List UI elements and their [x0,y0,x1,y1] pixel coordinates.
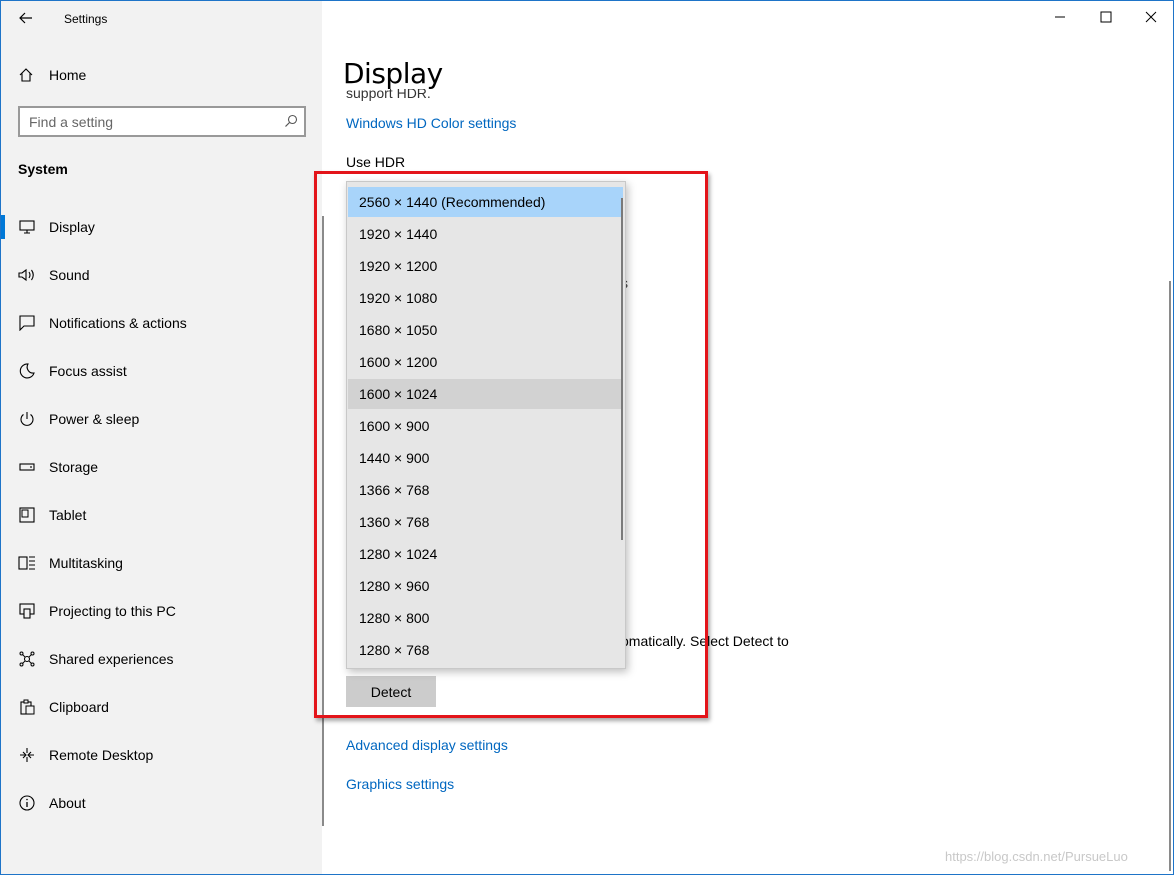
close-icon [1145,11,1157,23]
search-icon[interactable] [284,114,298,133]
resolution-dropdown-list[interactable]: 2560 × 1440 (Recommended) 1920 × 1440 19… [346,181,626,669]
sidebar-item-sound[interactable]: Sound [1,255,322,295]
resolution-option-hovered[interactable]: 1600 × 1024 [348,379,623,409]
sidebar-item-notifications[interactable]: Notifications & actions [1,303,322,343]
close-button[interactable] [1128,1,1173,33]
graphics-settings-link[interactable]: Graphics settings [346,776,454,792]
home-icon [18,67,34,88]
shared-icon [18,650,36,668]
page-title: Display [343,57,443,90]
resolution-option[interactable]: 1366 × 768 [348,475,623,505]
sidebar-item-label: Tablet [49,507,87,523]
sidebar-item-multitasking[interactable]: Multitasking [1,543,322,583]
search-input[interactable] [29,112,279,131]
clipped-text: support HDR. [346,89,431,101]
resolution-option[interactable]: 1360 × 768 [348,507,623,537]
sidebar-item-label: Projecting to this PC [49,603,176,619]
sidebar-item-label: Clipboard [49,699,109,715]
sidebar-item-label: Multitasking [49,555,123,571]
sidebar-item-about[interactable]: About [1,783,322,823]
speaker-icon [18,266,36,284]
sidebar-item-storage[interactable]: Storage [1,447,322,487]
sidebar-item-label: Display [49,219,95,235]
dropdown-scrollbar[interactable] [621,198,623,540]
active-indicator [1,215,5,239]
advanced-display-settings-link[interactable]: Advanced display settings [346,737,508,753]
sidebar-item-label: Shared experiences [49,651,174,667]
section-title: System [18,161,68,177]
sidebar-item-clipboard[interactable]: Clipboard [1,687,322,727]
sidebar-item-tablet[interactable]: Tablet [1,495,322,535]
search-box[interactable] [18,106,306,137]
resolution-option[interactable]: 1680 × 1050 [348,315,623,345]
home-label: Home [49,67,87,83]
minimize-button[interactable] [1037,1,1083,33]
resolution-option-selected[interactable]: 2560 × 1440 (Recommended) [348,187,623,217]
resolution-option[interactable]: 1280 × 768 [348,635,623,665]
resolution-option[interactable]: 1600 × 900 [348,411,623,441]
app-title: Settings [64,12,108,26]
windows-hd-color-settings-link[interactable]: Windows HD Color settings [346,115,516,131]
sidebar-scrollbar[interactable] [322,216,324,826]
sidebar-item-display[interactable]: Display [1,207,322,247]
back-button[interactable] [11,5,41,31]
sidebar-item-label: Sound [49,267,90,283]
sidebar-item-label: About [49,795,86,811]
clipboard-icon [18,698,36,716]
resolution-option[interactable]: 1920 × 1440 [348,219,623,249]
tablet-icon [18,506,36,524]
projecting-icon [18,602,36,620]
detect-button[interactable]: Detect [346,676,436,707]
notification-icon [18,314,36,332]
multitasking-icon [18,554,36,572]
sidebar-item-label: Storage [49,459,99,475]
sidebar-item-label: Focus assist [49,363,127,379]
sidebar-item-label: Remote Desktop [49,747,154,763]
sidebar-item-label: Power & sleep [49,411,140,427]
sidebar-item-label: Notifications & actions [49,315,187,331]
resolution-option[interactable]: 1920 × 1080 [348,283,623,313]
resolution-option[interactable]: 1280 × 800 [348,603,623,633]
back-arrow-icon [19,12,32,24]
watermark: https://blog.csdn.net/PursueLuo [945,849,1128,864]
resolution-option[interactable]: 1920 × 1200 [348,251,623,281]
home-nav-item[interactable]: Home [1,61,322,89]
sidebar: Settings Home System Display Soun [1,1,322,874]
resolution-option[interactable]: 1280 × 1024 [348,539,623,569]
resolution-option[interactable]: 1440 × 900 [348,443,623,473]
moon-icon [18,362,36,380]
detect-description: omatically. Select Detect to [621,633,789,649]
minimize-icon [1055,16,1065,18]
maximize-button[interactable] [1083,1,1129,33]
content-scrollbar[interactable] [1169,281,1171,871]
sidebar-item-focus-assist[interactable]: Focus assist [1,351,322,391]
info-icon [18,794,36,812]
sidebar-item-projecting[interactable]: Projecting to this PC [1,591,322,631]
storage-icon [18,458,36,476]
sidebar-item-remote-desktop[interactable]: Remote Desktop [1,735,322,775]
resolution-option[interactable]: 1280 × 960 [348,571,623,601]
power-icon [18,410,36,428]
resolution-option[interactable]: 1600 × 1200 [348,347,623,377]
use-hdr-label: Use HDR [346,154,406,170]
remote-desktop-icon [18,746,36,764]
clipped-description: support HDR. [346,89,431,105]
maximize-icon [1100,11,1112,23]
settings-window: Settings Home System Display Soun [0,0,1174,875]
sidebar-item-power-sleep[interactable]: Power & sleep [1,399,322,439]
monitor-icon [18,218,36,236]
sidebar-item-shared-experiences[interactable]: Shared experiences [1,639,322,679]
